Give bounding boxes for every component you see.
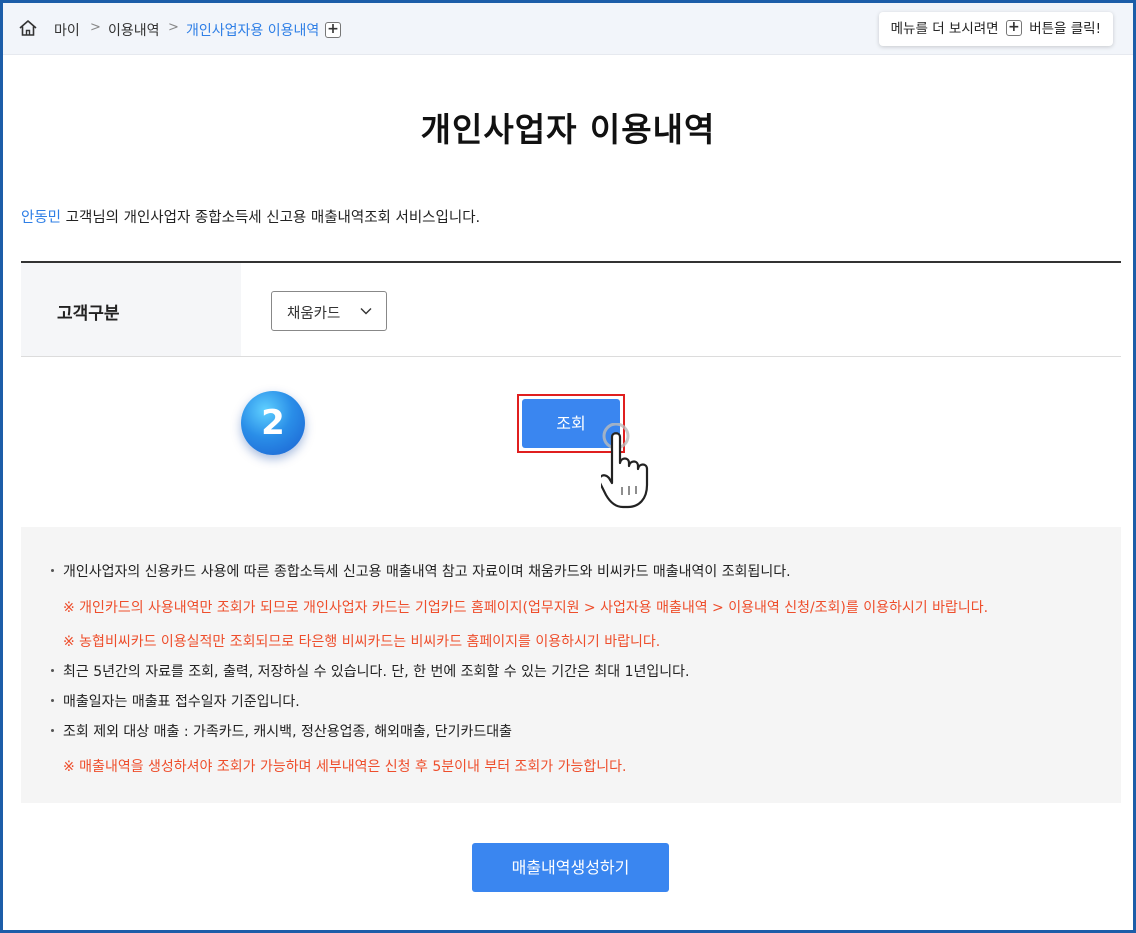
home-icon[interactable] <box>18 18 38 38</box>
customer-type-label: 고객구분 <box>57 304 120 324</box>
notice-item: 조회 제외 대상 매출 : 가족카드, 캐시백, 정산용업종, 해외매출, 단기… <box>51 721 512 741</box>
generate-sales-history-button[interactable]: 매출내역생성하기 <box>472 843 669 892</box>
notice-item: 최근 5년간의 자료를 조회, 출력, 저장하실 수 있습니다. 단, 한 번에… <box>50 661 689 681</box>
notice-box: 개인사업자의 신용카드 사용에 따른 종합소득세 신고용 매출내역 참고 자료이… <box>21 527 1121 803</box>
form-bottom-divider <box>21 356 1121 357</box>
customer-type-select[interactable]: 채움카드 <box>271 291 387 331</box>
tip-suffix: 버튼을 클릭! <box>1029 21 1101 37</box>
breadcrumb-bar: 마이 > 이용내역 > 개인사업자용 이용내역 + 메뉴를 더 보시려면 + 버… <box>3 3 1133 55</box>
intro-description: 고객님의 개인사업자 종합소득세 신고용 매출내역조회 서비스입니다. <box>61 210 481 226</box>
breadcrumb-separator: > <box>168 20 179 35</box>
chevron-down-icon <box>360 308 372 315</box>
plus-icon: + <box>1005 20 1022 36</box>
page-title: 개인사업자 이용내역 <box>420 110 716 149</box>
tip-prefix: 메뉴를 더 보시려면 <box>890 21 999 37</box>
breadcrumb-item-current[interactable]: 개인사업자용 이용내역 <box>186 20 319 40</box>
notice-warning: ※ 개인카드의 사용내역만 조회가 되므로 개인사업자 카드는 기업카드 홈페이… <box>63 600 989 616</box>
hand-pointer-icon <box>601 423 649 509</box>
notice-warning: ※ 매출내역을 생성하셔야 조회가 가능하며 세부내역은 신청 후 5분이내 부… <box>63 759 627 775</box>
select-value: 채움카드 <box>287 306 341 322</box>
notice-item: 개인사업자의 신용카드 사용에 따른 종합소득세 신고용 매출내역 참고 자료이… <box>51 561 791 581</box>
breadcrumb-expand-button[interactable]: + <box>325 22 341 38</box>
intro-text: 안동민 고객님의 개인사업자 종합소득세 신고용 매출내역조회 서비스입니다. <box>21 206 480 227</box>
form-label-cell: 고객구분 <box>21 263 241 356</box>
breadcrumb-item-usage[interactable]: 이용내역 <box>108 20 160 40</box>
notice-item: 매출일자는 매출표 접수일자 기준입니다. <box>51 691 300 711</box>
app-window: 마이 > 이용내역 > 개인사업자용 이용내역 + 메뉴를 더 보시려면 + 버… <box>0 0 1136 933</box>
breadcrumb-item-my[interactable]: 마이 <box>54 20 80 40</box>
notice-warning: ※ 농협비씨카드 이용실적만 조회되므로 타은행 비씨카드는 비씨카드 홈페이지… <box>63 634 661 650</box>
breadcrumb-separator: > <box>90 20 101 35</box>
step-number-badge: 2 <box>241 391 305 455</box>
menu-tip-tooltip: 메뉴를 더 보시려면 + 버튼을 클릭! <box>878 12 1113 46</box>
customer-name: 안동민 <box>21 210 62 226</box>
